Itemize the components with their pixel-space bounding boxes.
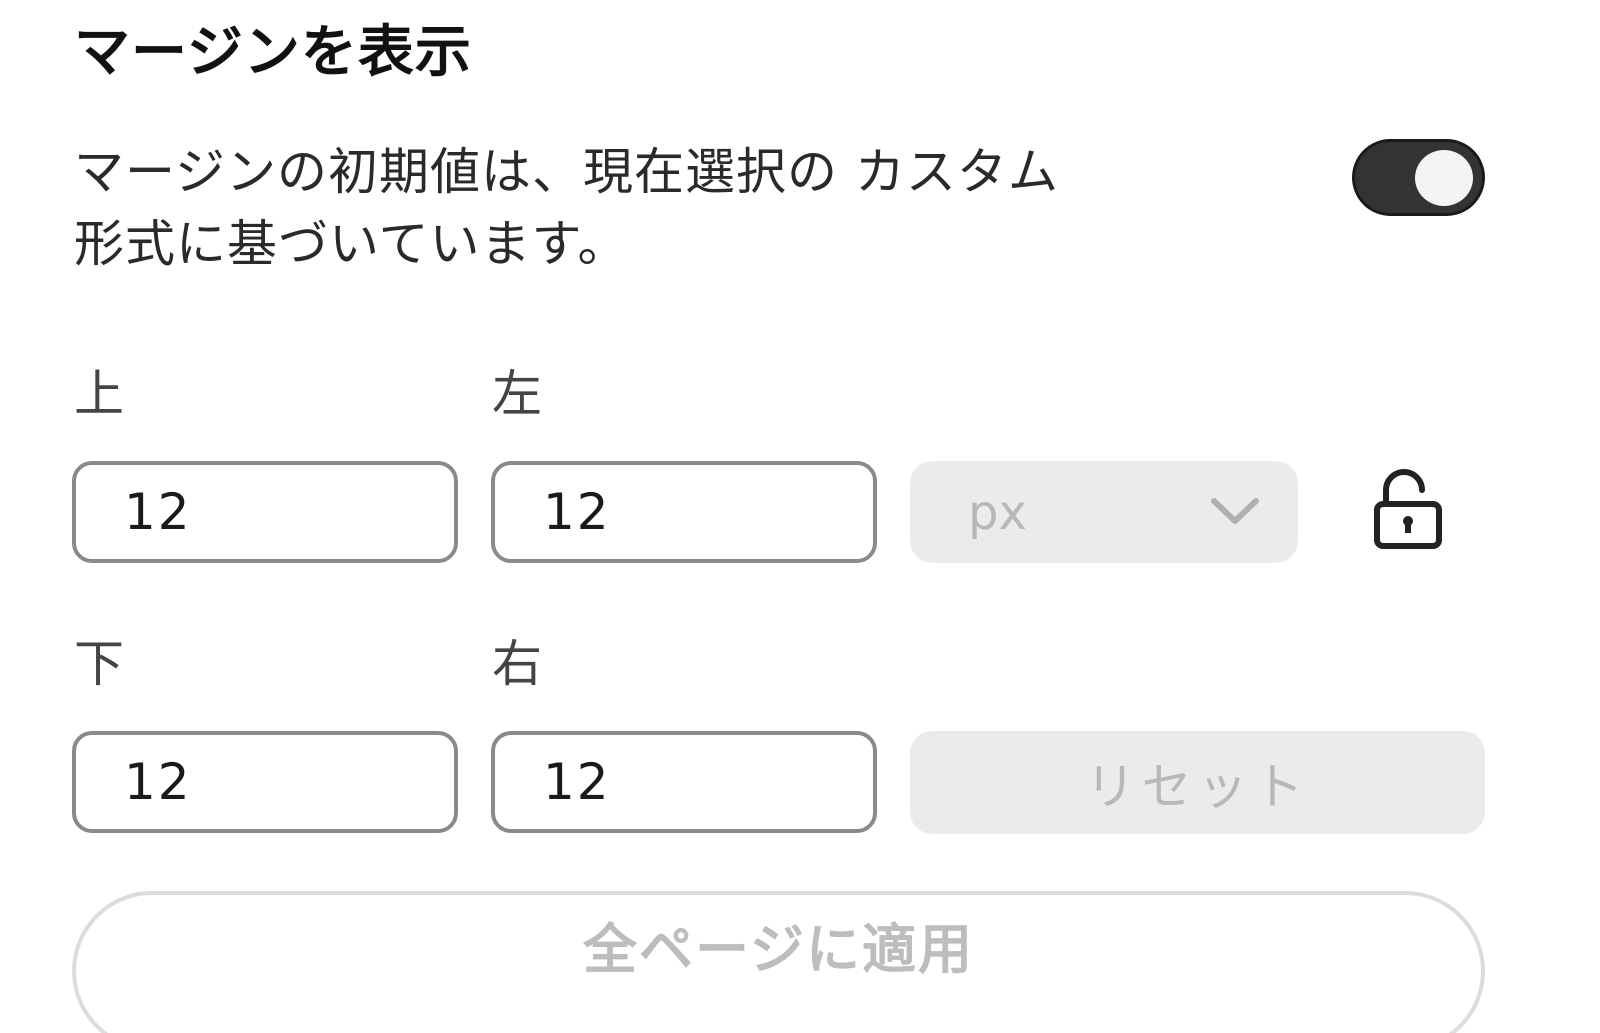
description-line-2: 形式に基づいています。 bbox=[74, 215, 629, 273]
margin-top-input[interactable] bbox=[72, 461, 458, 563]
margin-bottom-label: 下 bbox=[74, 635, 124, 693]
section-title: マージンを表示 bbox=[74, 20, 472, 85]
description-line-1: マージンの初期値は、現在選択の カスタム bbox=[74, 143, 1059, 201]
reset-button[interactable]: リセット bbox=[910, 731, 1485, 834]
margin-top-label: 上 bbox=[74, 365, 124, 423]
margin-right-label: 右 bbox=[492, 635, 542, 693]
section-description: マージンの初期値は、現在選択の カスタム 形式に基づいています。 bbox=[74, 136, 1304, 280]
margin-left-label: 左 bbox=[492, 365, 542, 423]
margin-right-input[interactable] bbox=[491, 731, 877, 833]
apply-to-all-pages-button[interactable]: 全ページに適用 bbox=[72, 891, 1485, 1033]
margin-bottom-input[interactable] bbox=[72, 731, 458, 833]
show-margins-toggle[interactable] bbox=[1352, 139, 1485, 216]
unlock-icon[interactable] bbox=[1370, 468, 1446, 552]
unit-select-value: px bbox=[968, 485, 1027, 541]
unit-select[interactable]: px bbox=[910, 461, 1298, 563]
toggle-knob bbox=[1415, 150, 1473, 206]
chevron-down-icon bbox=[1211, 498, 1259, 524]
margin-left-input[interactable] bbox=[491, 461, 877, 563]
margin-settings-panel: マージンを表示 マージンの初期値は、現在選択の カスタム 形式に基づいています。… bbox=[0, 0, 1600, 1033]
